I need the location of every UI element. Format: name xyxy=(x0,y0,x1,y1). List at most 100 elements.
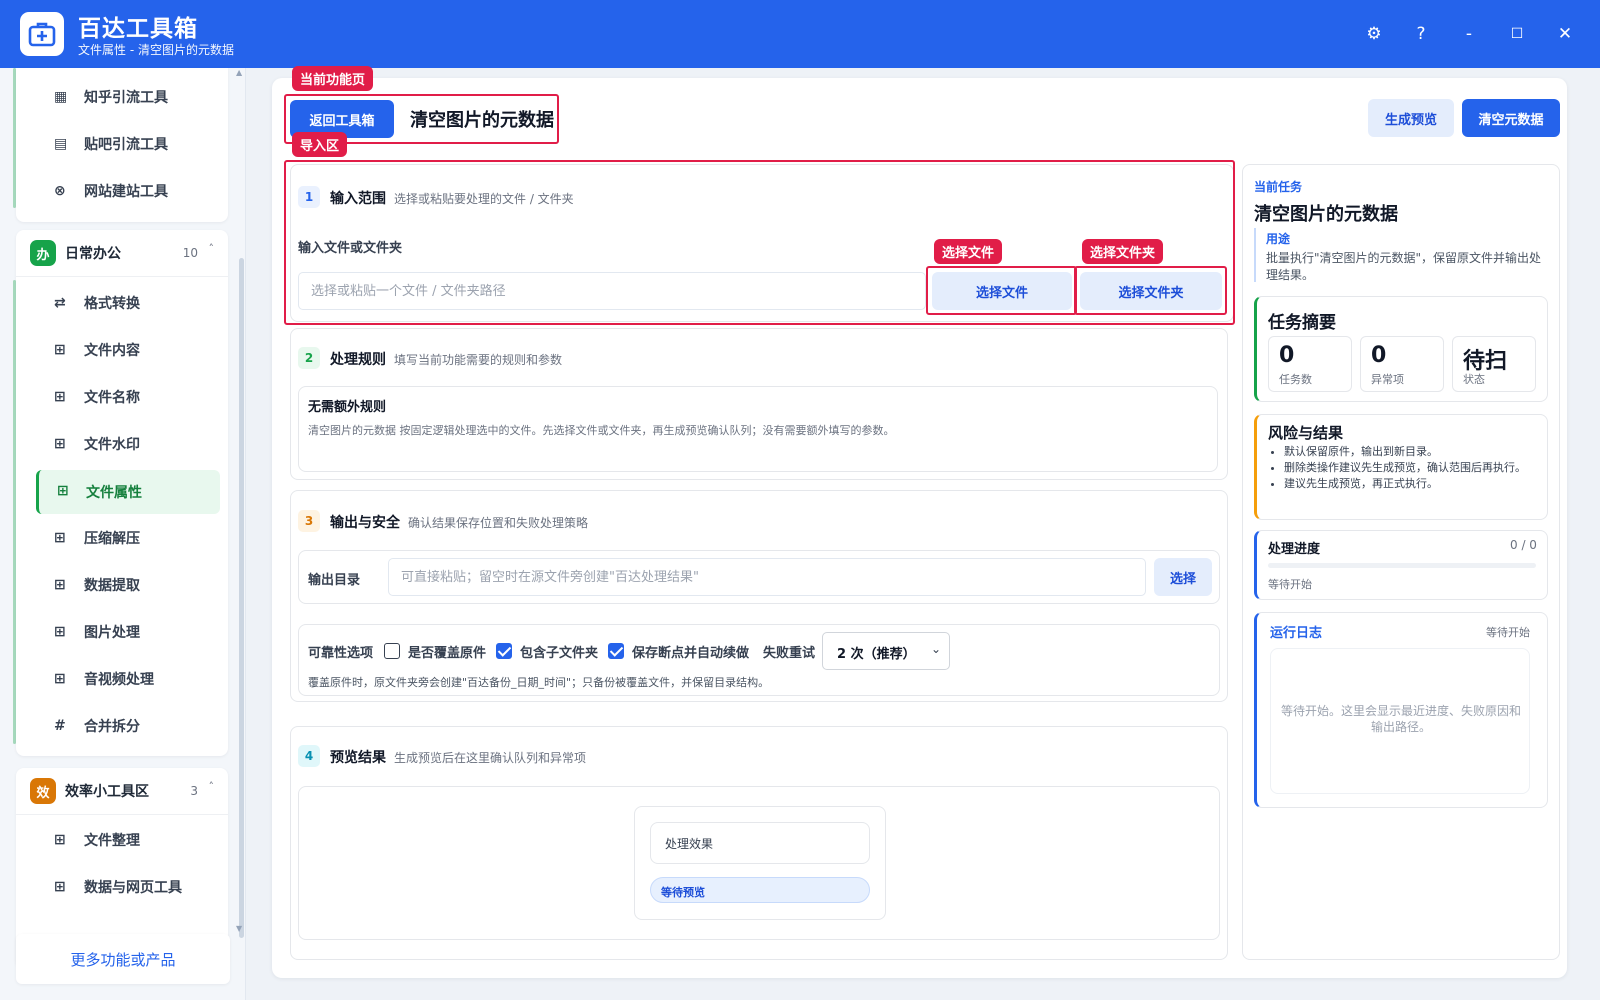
step1-desc: 选择或粘贴要处理的文件 / 文件夹 xyxy=(394,192,574,206)
tools-badge: 效 xyxy=(30,778,56,804)
grid-icon: ⊞ xyxy=(54,624,66,640)
step-number: 4 xyxy=(298,745,320,767)
sidebar-item-watermark[interactable]: ⊞ 文件水印 xyxy=(20,423,212,465)
sidebar-scrollbar-thumb[interactable] xyxy=(239,258,244,938)
retry-select-value: 2 次（推荐） xyxy=(837,647,916,662)
more-products-button[interactable]: 更多功能或产品 xyxy=(16,934,230,984)
usage-accent xyxy=(1254,228,1256,282)
usage-text: 批量执行"清空图片的元数据"，保留原文件并输出处理结果。 xyxy=(1266,251,1542,282)
usage-label: 用途 xyxy=(1266,232,1291,246)
rule-title: 无需额外规则 xyxy=(308,400,387,415)
sidebar: ▲ ▼ ▦ 知乎引流工具 ▤ 贴吧引流工具 ⊗ 网站建站工具 办 日常办公 10… xyxy=(0,68,246,1000)
log-title: 运行日志 xyxy=(1270,626,1323,641)
log-output-area[interactable]: 等待开始。这里会显示最近进度、失败原因和输出路径。 xyxy=(1270,648,1530,794)
sidebar-group-tools-header[interactable]: 效 效率小工具区 3 ˄ xyxy=(16,768,228,814)
sidebar-item-file-organize[interactable]: ⊞ 文件整理 xyxy=(20,819,212,861)
task-label: 当前任务 xyxy=(1254,180,1303,194)
output-dir-label: 输出目录 xyxy=(308,573,361,588)
annotation-import-area: 导入区 xyxy=(292,132,348,157)
reliability-label: 可靠性选项 xyxy=(308,646,374,661)
sidebar-item-zhihu[interactable]: ▦ 知乎引流工具 xyxy=(20,76,212,118)
progress-title: 处理进度 xyxy=(1268,542,1321,557)
overwrite-note: 覆盖原件时，原文件夹旁会创建"百达备份_日期_时间"；只备份被覆盖文件，并保留目… xyxy=(308,676,770,689)
risk-item: 建议先生成预览，再正式执行。 xyxy=(1284,476,1538,492)
sidebar-item-compress[interactable]: ⊞ 压缩解压 xyxy=(20,517,212,559)
chevron-up-icon[interactable]: ˄ xyxy=(209,780,215,793)
step2-desc: 填写当前功能需要的规则和参数 xyxy=(394,353,563,367)
help-icon[interactable]: ? xyxy=(1407,20,1435,48)
risk-title: 风险与结果 xyxy=(1268,424,1344,442)
risk-item: 默认保留原件，输出到新目录。 xyxy=(1284,444,1538,460)
office-badge: 办 xyxy=(30,240,56,266)
resume-label: 保存断点并自动续做 xyxy=(632,646,750,661)
grid-icon: ⊞ xyxy=(54,832,66,848)
input-path-field[interactable] xyxy=(298,272,926,310)
list-icon: ▤ xyxy=(54,136,68,152)
sidebar-item-data-extract[interactable]: ⊞ 数据提取 xyxy=(20,564,212,606)
progress-count: 0 / 0 xyxy=(1510,538,1537,552)
scroll-up-arrow-icon[interactable]: ▲ xyxy=(236,68,242,77)
step-number: 1 xyxy=(298,186,320,208)
group-accent-line xyxy=(13,68,16,208)
stat-errors: 0 异常项 xyxy=(1360,336,1444,392)
step4-desc: 生成预览后在这里确认队列和异常项 xyxy=(394,751,587,765)
group-count: 10 xyxy=(182,246,198,260)
effect-label: 处理效果 xyxy=(665,837,714,851)
overwrite-checkbox[interactable] xyxy=(384,643,400,659)
divider xyxy=(16,814,228,815)
output-dir-input[interactable] xyxy=(388,558,1146,596)
sidebar-item-file-name[interactable]: ⊞ 文件名称 xyxy=(20,376,212,418)
sidebar-item-website[interactable]: ⊗ 网站建站工具 xyxy=(20,170,212,212)
subfolders-checkbox[interactable] xyxy=(496,643,512,659)
settings-gear-icon[interactable]: ⚙ xyxy=(1360,20,1388,48)
grid-icon: ⊞ xyxy=(54,530,66,546)
step-number: 3 xyxy=(298,510,320,532)
sidebar-item-image[interactable]: ⊞ 图片处理 xyxy=(20,611,212,653)
sidebar-item-tieba[interactable]: ▤ 贴吧引流工具 xyxy=(20,123,212,165)
risk-list: 默认保留原件，输出到新目录。 删除类操作建议先生成预览，确认范围后再执行。 建议… xyxy=(1284,444,1538,492)
scroll-down-arrow-icon[interactable]: ▼ xyxy=(236,924,242,933)
log-status: 等待开始 xyxy=(1486,626,1530,639)
clear-metadata-button[interactable]: 清空元数据 xyxy=(1462,99,1560,137)
sidebar-item-file-properties[interactable]: ⊞ 文件属性 xyxy=(36,470,220,514)
generate-preview-button[interactable]: 生成预览 xyxy=(1368,99,1454,137)
rule-description: 清空图片的元数据 按固定逻辑处理选中的文件。先选择文件或文件夹，再生成预览确认队… xyxy=(308,424,895,437)
retry-select[interactable]: 2 次（推荐） ⌄ xyxy=(822,632,950,670)
step3-desc: 确认结果保存位置和失败处理策略 xyxy=(408,516,589,530)
grid-icon: ⊞ xyxy=(54,342,66,358)
choose-file-button[interactable]: 选择文件 xyxy=(932,272,1072,310)
title-bar: 百达工具箱 文件属性 - 清空图片的元数据 ⚙ ? - ☐ ✕ xyxy=(0,0,1600,68)
choose-folder-button[interactable]: 选择文件夹 xyxy=(1080,272,1222,310)
annotation-current-page: 当前功能页 xyxy=(292,66,374,91)
grid-icon: ▦ xyxy=(54,89,68,105)
step1-title: 输入范围 xyxy=(330,191,386,207)
step3-title: 输出与安全 xyxy=(330,515,400,531)
sidebar-item-data-web[interactable]: ⊞ 数据与网页工具 xyxy=(20,866,212,908)
resume-checkbox[interactable] xyxy=(608,643,624,659)
grid-icon: ⊞ xyxy=(57,483,69,499)
maximize-icon[interactable]: ☐ xyxy=(1503,20,1531,48)
grid-icon: ⊞ xyxy=(54,577,66,593)
input-field-label: 输入文件或文件夹 xyxy=(298,241,403,256)
app-subtitle: 文件属性 - 清空图片的元数据 xyxy=(78,43,234,57)
summary-title: 任务摘要 xyxy=(1268,313,1336,333)
minimize-icon[interactable]: - xyxy=(1455,20,1483,48)
swap-arrows-icon: ⇄ xyxy=(54,295,66,311)
annotation-choose-file: 选择文件 xyxy=(934,239,1003,264)
stat-task-count: 0 任务数 xyxy=(1268,336,1352,392)
hash-icon: # xyxy=(54,718,66,734)
grid-icon: ⊞ xyxy=(54,389,66,405)
overwrite-label: 是否覆盖原件 xyxy=(408,646,487,661)
close-icon[interactable]: ✕ xyxy=(1551,20,1579,48)
step4-title: 预览结果 xyxy=(330,750,386,766)
sidebar-group-office-header[interactable]: 办 日常办公 10 ˄ xyxy=(16,230,228,276)
chevron-up-icon[interactable]: ˄ xyxy=(209,242,215,255)
sidebar-item-format-convert[interactable]: ⇄ 格式转换 xyxy=(20,282,212,324)
grid-icon: ⊞ xyxy=(54,879,66,895)
sidebar-item-file-content[interactable]: ⊞ 文件内容 xyxy=(20,329,212,371)
sidebar-item-audio-video[interactable]: ⊞ 音视频处理 xyxy=(20,658,212,700)
sidebar-item-merge-split[interactable]: # 合并拆分 xyxy=(20,705,212,747)
page-title: 清空图片的元数据 xyxy=(410,110,554,131)
choose-output-button[interactable]: 选择 xyxy=(1154,558,1212,596)
step-number: 2 xyxy=(298,347,320,369)
